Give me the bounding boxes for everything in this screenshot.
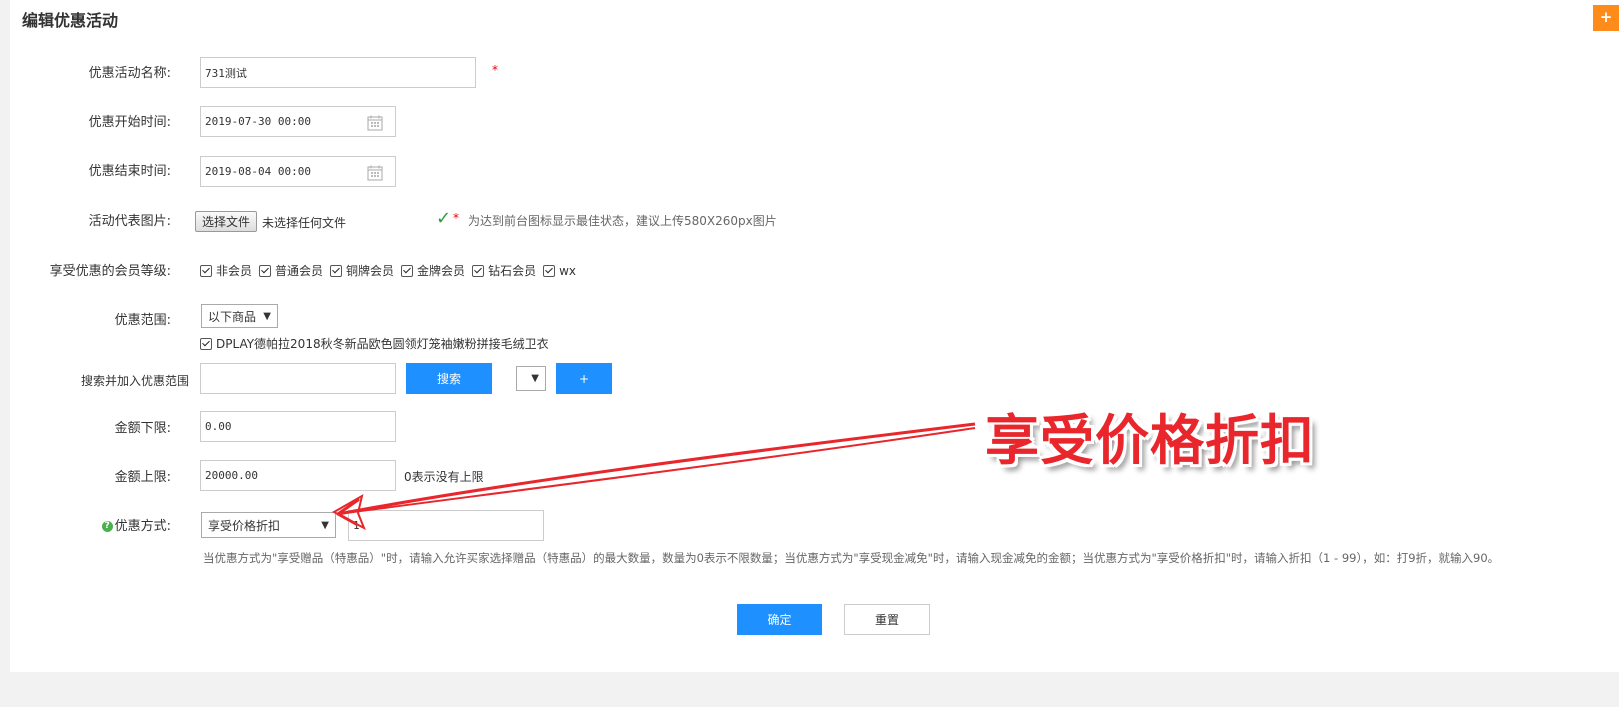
- annotation-label: 享受价格折扣: [985, 409, 1315, 472]
- annotation-arrow: [331, 422, 976, 531]
